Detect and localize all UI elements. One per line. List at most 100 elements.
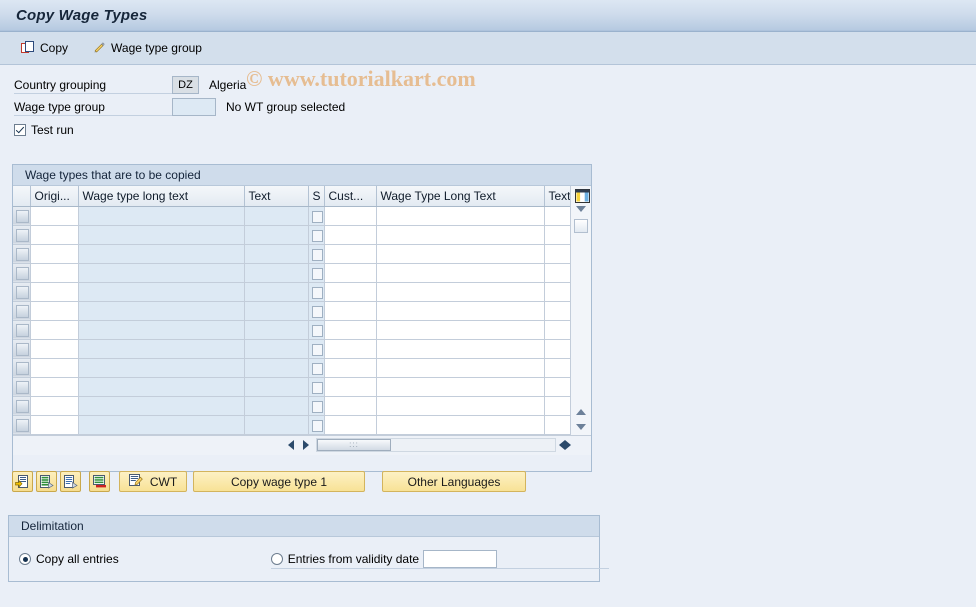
cell-text-1[interactable] [244,415,309,435]
cell-s-checkbox[interactable] [311,286,323,299]
cell-wage-type-long-text-2[interactable] [376,339,545,359]
cell-s[interactable] [308,320,325,340]
table-row[interactable] [13,377,570,397]
copy-button[interactable]: Copy [14,38,75,58]
cell-text-2[interactable] [544,225,570,245]
header-s[interactable]: S [308,186,325,207]
cell-text-1[interactable] [244,301,309,321]
vertical-scroll-thumb[interactable] [574,219,588,233]
cell-s[interactable] [308,339,325,359]
cell-origin[interactable] [30,206,79,226]
cell-s-checkbox[interactable] [311,381,323,394]
cell-wage-type-long-text[interactable] [78,282,245,302]
cell-text-1[interactable] [244,358,309,378]
cell-wage-type-long-text[interactable] [78,301,245,321]
cell-customer[interactable] [324,263,377,283]
row-selector-button[interactable] [16,400,29,413]
wage-type-group-input[interactable] [172,98,216,116]
cell-s[interactable] [308,396,325,416]
insert-row-icon[interactable] [12,471,33,492]
table-row[interactable] [13,415,570,435]
copy-row-icon[interactable] [36,471,57,492]
cell-wage-type-long-text[interactable] [78,377,245,397]
row-selector-button[interactable] [16,362,29,375]
cell-text-1[interactable] [244,244,309,264]
cell-s-checkbox[interactable] [311,419,323,432]
cell-text-2[interactable] [544,282,570,302]
cell-text-2[interactable] [544,320,570,340]
cwt-button[interactable]: CWT [119,471,187,492]
cell-customer[interactable] [324,358,377,378]
cell-text-1[interactable] [244,206,309,226]
cell-text-2[interactable] [544,244,570,264]
table-row[interactable] [13,301,570,321]
cell-wage-type-long-text-2[interactable] [376,377,545,397]
table-row[interactable] [13,282,570,302]
row-selector-cell[interactable] [13,282,31,302]
cell-wage-type-long-text[interactable] [78,396,245,416]
header-origin[interactable]: Origi... [30,186,79,207]
cell-text-1[interactable] [244,225,309,245]
row-selector-cell[interactable] [13,377,31,397]
row-selector-cell[interactable] [13,396,31,416]
row-selector-button[interactable] [16,343,29,356]
cell-customer[interactable] [324,320,377,340]
table-row[interactable] [13,339,570,359]
row-selector-cell[interactable] [13,301,31,321]
hscroll-left-icon[interactable] [283,438,298,453]
cell-wage-type-long-text-2[interactable] [376,301,545,321]
cell-s-checkbox[interactable] [311,305,323,318]
hscroll-right-right-icon[interactable] [565,438,571,453]
cell-text-1[interactable] [244,396,309,416]
validity-date-input[interactable] [423,550,498,568]
cell-text-2[interactable] [544,301,570,321]
cell-s-checkbox[interactable] [311,362,323,375]
cell-s[interactable] [308,263,325,283]
row-selector-cell[interactable] [13,415,31,435]
cell-s-checkbox[interactable] [311,210,323,223]
row-selector-cell[interactable] [13,320,31,340]
row-selector-button[interactable] [16,248,29,261]
cell-s[interactable] [308,225,325,245]
duplicate-row-icon[interactable] [60,471,81,492]
cell-wage-type-long-text[interactable] [78,339,245,359]
cell-origin[interactable] [30,244,79,264]
table-row[interactable] [13,396,570,416]
cell-wage-type-long-text-2[interactable] [376,225,545,245]
cell-text-1[interactable] [244,320,309,340]
cell-customer[interactable] [324,225,377,245]
cell-customer[interactable] [324,206,377,226]
table-row[interactable] [13,320,570,340]
scroll-down-bottom-icon[interactable] [573,420,589,435]
cell-text-2[interactable] [544,377,570,397]
cell-wage-type-long-text-2[interactable] [376,415,545,435]
cell-text-1[interactable] [244,282,309,302]
cell-wage-type-long-text[interactable] [78,244,245,264]
horizontal-scroll-track[interactable]: ::: [316,438,556,452]
row-selector-cell[interactable] [13,339,31,359]
cell-wage-type-long-text[interactable] [78,206,245,226]
cell-wage-type-long-text-2[interactable] [376,206,545,226]
cell-origin[interactable] [30,301,79,321]
cell-s-checkbox[interactable] [311,324,323,337]
cell-origin[interactable] [30,339,79,359]
wage-type-group-button[interactable]: Wage type group [85,38,209,58]
test-run-checkbox[interactable] [14,124,26,136]
cell-s[interactable] [308,282,325,302]
cell-wage-type-long-text-2[interactable] [376,396,545,416]
row-selector-cell[interactable] [13,358,31,378]
cell-wage-type-long-text[interactable] [78,358,245,378]
cell-wage-type-long-text-2[interactable] [376,282,545,302]
cell-origin[interactable] [30,225,79,245]
cell-text-1[interactable] [244,339,309,359]
delete-row-icon[interactable] [89,471,110,492]
copy-all-entries-radio[interactable]: Copy all entries [19,552,119,566]
horizontal-scroll-thumb[interactable]: ::: [317,439,391,451]
copy-wage-type-button[interactable]: Copy wage type 1 [193,471,365,492]
cell-origin[interactable] [30,396,79,416]
header-text-2[interactable]: Text [544,186,570,207]
cell-text-1[interactable] [244,263,309,283]
row-selector-button[interactable] [16,286,29,299]
scroll-down-top-icon[interactable] [573,201,589,216]
header-select-all[interactable] [13,186,31,207]
